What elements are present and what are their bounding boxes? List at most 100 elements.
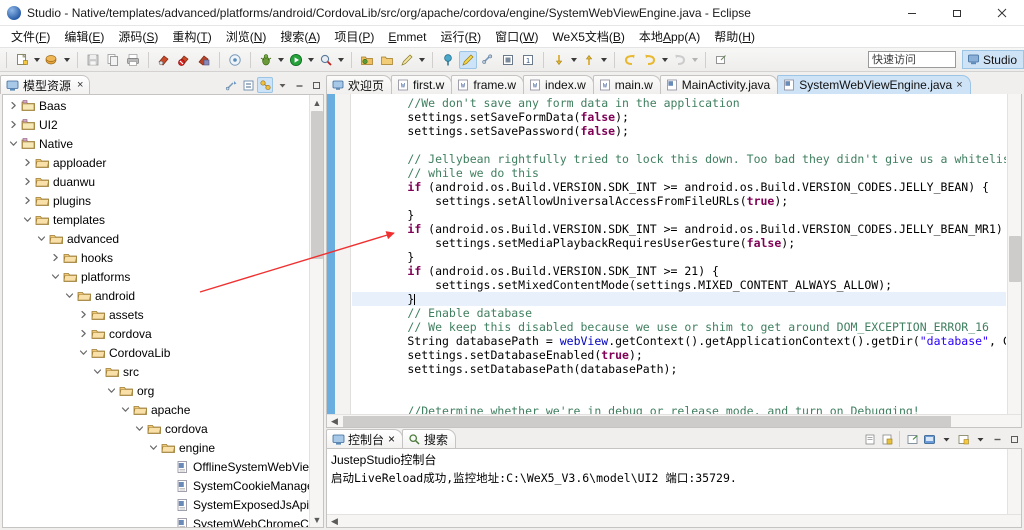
tree-item-systemexposedjsapi-java[interactable]: SystemExposedJsApi.java xyxy=(3,495,309,514)
tree-item-offlinesystemwebviewclient-java[interactable]: OfflineSystemWebViewClient.java xyxy=(3,457,309,476)
minimize-icon[interactable] xyxy=(889,0,934,26)
tree-item-cordova[interactable]: cordova xyxy=(3,419,309,438)
expand-chevron-right-icon[interactable] xyxy=(77,324,90,343)
view-filter-icon[interactable] xyxy=(257,77,273,93)
console-tab-1[interactable]: 搜索 xyxy=(402,429,457,448)
toggle-block-icon[interactable] xyxy=(499,51,517,69)
tree-scroll-up-icon[interactable]: ▲ xyxy=(310,95,323,110)
editor-tab-index-w[interactable]: Windex.w xyxy=(523,75,594,94)
minimize-view-icon[interactable] xyxy=(291,77,307,93)
tree-item-ui2[interactable]: UI2 xyxy=(3,115,309,134)
save-icon[interactable] xyxy=(84,51,102,69)
forward-caret[interactable] xyxy=(660,51,669,69)
expand-chevron-right-icon[interactable] xyxy=(21,191,34,210)
tree-item-engine[interactable]: engine xyxy=(3,438,309,457)
run-icon[interactable] xyxy=(287,51,305,69)
editor-tab-main-w[interactable]: Wmain.w xyxy=(592,75,661,94)
menu-item-8[interactable]: 运行(R) xyxy=(433,26,488,47)
menu-item-5[interactable]: 搜索(A) xyxy=(273,26,327,47)
quick-access-input[interactable]: 快速访问 xyxy=(868,51,956,68)
editor-tab-systemwebviewengine-java[interactable]: SystemWebViewEngine.java × xyxy=(777,75,971,94)
menu-item-7[interactable]: Emmet xyxy=(381,28,433,46)
editor-vertical-scrollbar[interactable] xyxy=(1007,94,1021,414)
new-console-view-icon[interactable] xyxy=(955,431,971,447)
editor-tab-frame-w[interactable]: Wframe.w xyxy=(451,75,525,94)
tree-item-cordova[interactable]: cordova xyxy=(3,324,309,343)
collapse-chevron-down-icon[interactable] xyxy=(77,343,90,362)
link-with-editor-icon[interactable] xyxy=(223,77,239,93)
open-console-icon[interactable] xyxy=(904,431,920,447)
tab-model-resource[interactable]: 模型资源 × xyxy=(0,75,91,94)
edit-caret[interactable] xyxy=(417,51,426,69)
restore-icon[interactable] xyxy=(934,0,979,26)
editor-tab--[interactable]: 欢迎页 xyxy=(326,75,393,94)
tree-item-systemwebchromeclient-java[interactable]: SystemWebChromeClient.java xyxy=(3,514,309,527)
record-icon[interactable] xyxy=(226,51,244,69)
editor-tab-mainactivity-java[interactable]: MainActivity.java xyxy=(659,75,779,94)
tree-item-systemcookiemanager-java[interactable]: SystemCookieManager.java xyxy=(3,476,309,495)
tree-item-platforms[interactable]: platforms xyxy=(3,267,309,286)
expand-chevron-right-icon[interactable] xyxy=(77,305,90,324)
close-view-icon[interactable]: × xyxy=(77,79,83,91)
new-console-caret[interactable] xyxy=(972,431,988,447)
code-content[interactable]: //We don't save any form data in the app… xyxy=(352,94,1006,414)
tree-item-duanwu[interactable]: duanwu xyxy=(3,172,309,191)
menu-item-6[interactable]: 项目(P) xyxy=(327,26,381,47)
tree-scroll-down-icon[interactable]: ▼ xyxy=(310,512,323,527)
menu-item-4[interactable]: 浏览(N) xyxy=(219,26,274,47)
tree-item-templates[interactable]: templates xyxy=(3,210,309,229)
close-tab-icon[interactable]: × xyxy=(956,79,962,91)
build-error-icon[interactable] xyxy=(175,51,193,69)
tree-item-org[interactable]: org xyxy=(3,381,309,400)
collapse-chevron-down-icon[interactable] xyxy=(35,229,48,248)
console-horizontal-scrollbar[interactable]: ◀ xyxy=(327,514,1021,527)
expand-chevron-right-icon[interactable] xyxy=(21,172,34,191)
last-edit-icon[interactable] xyxy=(671,51,689,69)
save-dropdown-caret[interactable] xyxy=(62,51,71,69)
save-all-icon[interactable] xyxy=(43,51,61,69)
menu-item-10[interactable]: WeX5文档(B) xyxy=(545,26,631,47)
display-selected-console-icon[interactable] xyxy=(921,431,937,447)
close-icon[interactable] xyxy=(979,0,1024,26)
new-dropdown-caret[interactable] xyxy=(32,51,41,69)
next-annotation-caret[interactable] xyxy=(569,51,578,69)
pencil-highlight-icon[interactable] xyxy=(459,50,477,69)
expand-chevron-right-icon[interactable] xyxy=(21,153,34,172)
back-nav-icon[interactable] xyxy=(621,51,639,69)
collapse-all-icon[interactable] xyxy=(240,77,256,93)
collapse-chevron-down-icon[interactable] xyxy=(119,400,132,419)
tree-item-advanced[interactable]: advanced xyxy=(3,229,309,248)
run-caret[interactable] xyxy=(306,51,315,69)
collapse-chevron-down-icon[interactable] xyxy=(147,438,160,457)
editor-annotation-ruler[interactable] xyxy=(335,94,351,415)
maximize-console-icon[interactable] xyxy=(1006,431,1022,447)
search-run-icon[interactable] xyxy=(317,51,335,69)
tree-item-apploader[interactable]: apploader xyxy=(3,153,309,172)
tree-item-cordovalib[interactable]: CordovaLib xyxy=(3,343,309,362)
debug-caret[interactable] xyxy=(276,51,285,69)
tree-item-plugins[interactable]: plugins xyxy=(3,191,309,210)
tree-vertical-scrollbar[interactable]: ▲ ▼ xyxy=(309,95,323,527)
build-icon[interactable] xyxy=(155,51,173,69)
link-icon[interactable] xyxy=(479,51,497,69)
next-annotation-icon[interactable] xyxy=(550,51,568,69)
tree-scroll-thumb[interactable] xyxy=(311,111,323,259)
tree-item-src[interactable]: src xyxy=(3,362,309,381)
terminate-icon[interactable] xyxy=(862,431,878,447)
display-console-caret[interactable] xyxy=(938,431,954,447)
view-menu-caret[interactable] xyxy=(274,77,290,93)
print-icon[interactable] xyxy=(124,51,142,69)
menu-item-1[interactable]: 编辑(E) xyxy=(57,26,111,47)
menu-item-12[interactable]: 帮助(H) xyxy=(707,26,762,47)
menu-item-11[interactable]: 本地App(A) xyxy=(632,26,707,47)
menu-item-2[interactable]: 源码(S) xyxy=(111,26,165,47)
editor-hscroll-thumb[interactable] xyxy=(343,416,951,427)
build-clean-icon[interactable] xyxy=(195,51,213,69)
prev-annotation-caret[interactable] xyxy=(599,51,608,69)
close-console-tab-icon[interactable]: × xyxy=(388,432,395,446)
console-vertical-scrollbar[interactable] xyxy=(1007,449,1021,514)
copy-icon[interactable] xyxy=(104,51,122,69)
collapse-chevron-down-icon[interactable] xyxy=(105,381,118,400)
expand-chevron-right-icon[interactable] xyxy=(7,96,20,115)
last-edit-caret[interactable] xyxy=(690,51,699,69)
